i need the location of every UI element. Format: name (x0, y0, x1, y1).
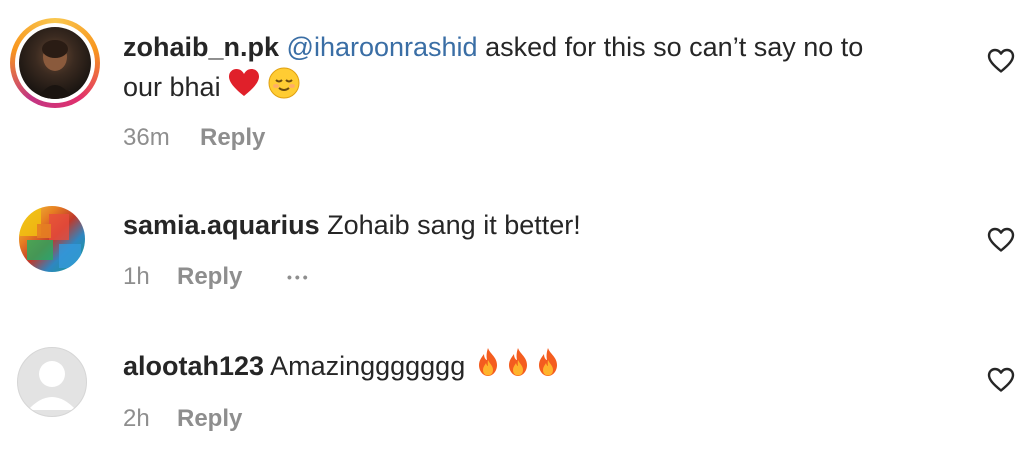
comment-timestamp: 2h (123, 405, 150, 432)
comment-username[interactable]: zohaib_n.pk (123, 32, 279, 62)
red-heart-emoji (228, 68, 260, 109)
comment-body-continued: our bhai (123, 72, 221, 102)
avatar[interactable] (19, 27, 91, 99)
comment-body: Zohaib sang it better! (319, 210, 581, 240)
comment-text: alootah123 Amazinggggggg (123, 346, 563, 389)
comment-mention[interactable]: @iharoonrashid (287, 32, 478, 62)
heart-outline-icon[interactable] (987, 227, 1015, 253)
comment-text-continued: our bhai (123, 67, 300, 110)
avatar-image (19, 206, 81, 268)
reply-button[interactable]: Reply (200, 124, 265, 152)
heart-outline-icon[interactable] (987, 367, 1015, 393)
comment-timestamp: 36m (123, 124, 170, 151)
relieved-face-emoji (268, 67, 300, 110)
fire-emoji (473, 346, 503, 389)
avatar[interactable] (17, 347, 87, 417)
more-options-icon[interactable]: ••• (287, 262, 311, 292)
heart-outline-icon[interactable] (987, 48, 1015, 74)
avatar-image (37, 40, 73, 99)
comment-username[interactable]: alootah123 (123, 351, 264, 381)
avatar[interactable] (19, 206, 85, 272)
comment-username[interactable]: samia.aquarius (123, 210, 320, 240)
comment-text: samia.aquarius Zohaib sang it better! (123, 205, 581, 245)
comment-timestamp: 1h (123, 263, 150, 290)
comment-text: zohaib_n.pk @iharoonrashid asked for thi… (123, 27, 863, 67)
comment-body: Amazinggggggg (264, 351, 466, 381)
comment-body: asked for this so can’t say no to (477, 32, 864, 62)
fire-emoji (503, 346, 533, 389)
default-avatar-icon (28, 361, 76, 410)
fire-emoji (533, 346, 563, 389)
reply-button[interactable]: Reply (177, 263, 242, 291)
reply-button[interactable]: Reply (177, 405, 242, 433)
